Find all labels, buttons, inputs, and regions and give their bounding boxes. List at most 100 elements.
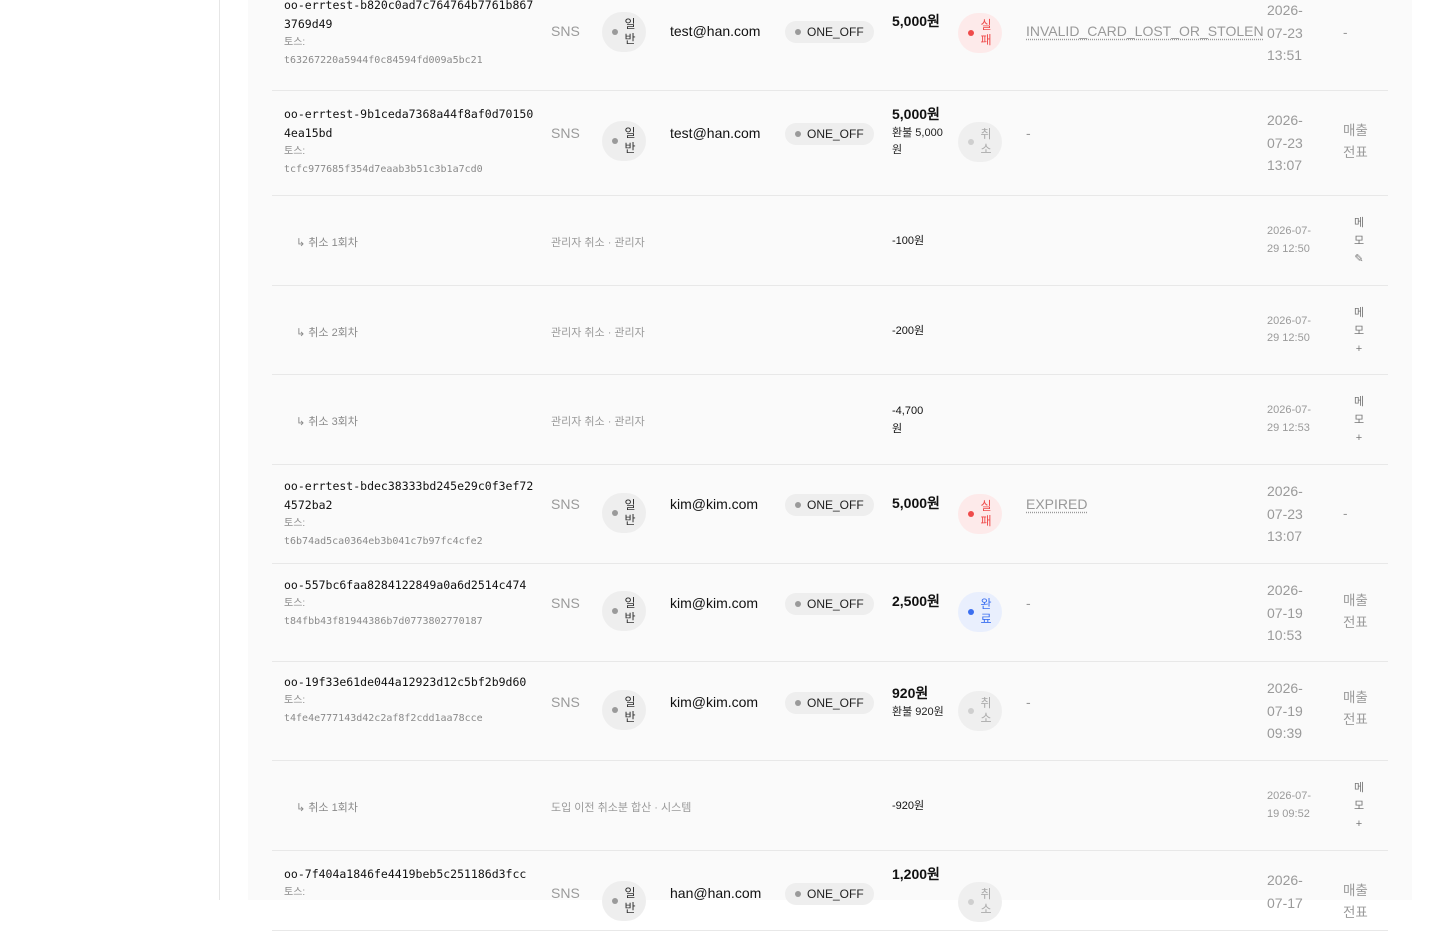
cancel-date: 2026-07-29 12:53 bbox=[1267, 404, 1312, 434]
customer-email[interactable]: kim@kim.com bbox=[670, 496, 758, 512]
cancel-amount: -920원 bbox=[892, 800, 925, 812]
order-cell: oo-19f33e61de044a12923d12c5bf2b9d60 토스: t4… bbox=[284, 673, 536, 728]
order-id[interactable]: oo-errtest-bdec38333bd245e29c0f3ef724572… bbox=[284, 477, 536, 515]
action-none: - bbox=[1343, 25, 1348, 40]
receipt-link[interactable]: 매출전표 bbox=[1343, 687, 1371, 731]
mode-dot-icon bbox=[795, 891, 801, 897]
toss-label: 토스: bbox=[284, 598, 306, 609]
type-label: 일반 bbox=[624, 886, 636, 915]
type-label: 일반 bbox=[624, 596, 636, 625]
type-badge: 일반 bbox=[602, 591, 646, 631]
status-dot-icon bbox=[968, 139, 974, 145]
status-label: 완료 bbox=[980, 597, 992, 626]
order-id[interactable]: oo-557bc6faa8284122849a0a6d2514c474 bbox=[284, 576, 536, 595]
status-dot-icon bbox=[968, 708, 974, 714]
memo-button[interactable]: 메모+ bbox=[1352, 393, 1366, 447]
payment-mode-label: ONE_OFF bbox=[807, 127, 864, 141]
payment-row: oo-errtest-bdec38333bd245e29c0f3ef724572… bbox=[272, 465, 1388, 564]
toss-label: 토스: bbox=[284, 695, 306, 706]
mode-dot-icon bbox=[795, 700, 801, 706]
payment-amount: 5,000원 bbox=[892, 495, 940, 511]
toss-label: 토스: bbox=[284, 518, 306, 529]
status-badge: 완료 bbox=[958, 592, 1002, 632]
type-badge: 일반 bbox=[602, 493, 646, 533]
toss-payment-id: t84fbb43f81944386b7d0773802770187 bbox=[284, 616, 483, 627]
customer-email[interactable]: han@han.com bbox=[670, 885, 761, 901]
cancel-history-row: ↳ 취소 3회차 관리자 취소 · 관리자 -4,700원 2026-07-29 12… bbox=[272, 375, 1388, 465]
payment-date: 2026-07-23 13:07 bbox=[1267, 112, 1303, 173]
failure-reason[interactable]: INVALID_CARD_LOST_OR_STOLEN bbox=[1026, 23, 1264, 39]
cancel-amount: -4,700원 bbox=[892, 405, 924, 435]
amount-cell: 5,000원 bbox=[892, 10, 948, 32]
toss-payment-id: t63267220a5944f0c84594fd009a5bc21 bbox=[284, 55, 483, 66]
payment-amount: 2,500원 bbox=[892, 593, 940, 609]
cancel-round-label: ↳ 취소 1회차 bbox=[296, 802, 358, 814]
order-id[interactable]: oo-errtest-b820c0ad7c764764b7761b8673769… bbox=[284, 0, 536, 34]
payment-date: 2026-07-23 13:07 bbox=[1267, 483, 1303, 544]
memo-button[interactable]: 메모+ bbox=[1352, 779, 1366, 833]
payment-mode-label: ONE_OFF bbox=[807, 25, 864, 39]
failure-reason[interactable]: EXPIRED bbox=[1026, 496, 1087, 512]
failure-reason: - bbox=[1026, 595, 1031, 611]
type-badge: 일반 bbox=[602, 12, 646, 52]
payment-date: 2026-07-19 10:53 bbox=[1267, 582, 1303, 643]
payment-row: oo-557bc6faa8284122849a0a6d2514c474 토스: t8… bbox=[272, 564, 1388, 662]
payment-mode-label: ONE_OFF bbox=[807, 498, 864, 512]
type-dot-icon bbox=[612, 29, 618, 35]
channel-text: SNS bbox=[551, 694, 580, 710]
channel-text: SNS bbox=[551, 595, 580, 611]
cancel-amount: -200원 bbox=[892, 324, 925, 337]
mode-dot-icon bbox=[795, 502, 801, 508]
order-cell: oo-errtest-bdec38333bd245e29c0f3ef724572… bbox=[284, 477, 536, 551]
payment-mode-label: ONE_OFF bbox=[807, 887, 864, 901]
payment-date: 2026-07-17 bbox=[1267, 872, 1303, 911]
receipt-link[interactable]: 매출전표 bbox=[1343, 120, 1371, 164]
payment-date: 2026-07-19 09:39 bbox=[1267, 680, 1303, 741]
amount-cell: 920원 환불 920원 bbox=[892, 682, 948, 721]
order-id[interactable]: oo-19f33e61de044a12923d12c5bf2b9d60 bbox=[284, 673, 536, 692]
payment-amount: 920원 bbox=[892, 685, 929, 701]
receipt-link[interactable]: 매출전표 bbox=[1343, 880, 1371, 924]
memo-button[interactable]: 메모+ bbox=[1352, 304, 1366, 358]
channel-text: SNS bbox=[551, 125, 580, 141]
payment-row: oo-errtest-9b1ceda7368a44f8af0d701504ea1… bbox=[272, 91, 1388, 196]
customer-email[interactable]: kim@kim.com bbox=[670, 694, 758, 710]
payment-mode-label: ONE_OFF bbox=[807, 696, 864, 710]
payment-amount: 5,000원 bbox=[892, 13, 940, 29]
order-id[interactable]: oo-7f404a1846fe4419beb5c251186d3fcc bbox=[284, 865, 536, 884]
type-label: 일반 bbox=[624, 126, 636, 155]
customer-email[interactable]: test@han.com bbox=[670, 23, 760, 39]
status-dot-icon bbox=[968, 30, 974, 36]
amount-cell: 5,000원환불 5,000원 bbox=[892, 103, 948, 159]
payment-row: oo-19f33e61de044a12923d12c5bf2b9d60 토스: t4… bbox=[272, 662, 1388, 761]
status-badge: 실패 bbox=[958, 494, 1002, 534]
failure-reason: - bbox=[1026, 694, 1031, 710]
mode-dot-icon bbox=[795, 601, 801, 607]
status-badge: 취소 bbox=[958, 122, 1002, 162]
sidebar bbox=[0, 0, 220, 900]
cancel-date: 2026-07-29 12:50 bbox=[1267, 225, 1312, 255]
status-badge: 취소 bbox=[958, 882, 1002, 922]
payment-mode-badge: ONE_OFF bbox=[785, 883, 874, 905]
order-id[interactable]: oo-errtest-9b1ceda7368a44f8af0d701504ea1… bbox=[284, 105, 536, 143]
refund-amount: 환불 5,000원 bbox=[892, 127, 943, 156]
payment-mode-badge: ONE_OFF bbox=[785, 494, 874, 516]
toss-payment-id: tcfc977685f354d7eaab3b51c3b1a7cd0 bbox=[284, 164, 483, 175]
amount-cell: 5,000원 bbox=[892, 492, 948, 514]
status-label: 취소 bbox=[980, 696, 992, 725]
mode-dot-icon bbox=[795, 131, 801, 137]
payment-date: 2026-07-23 13:51 bbox=[1267, 2, 1303, 63]
order-cell: oo-errtest-9b1ceda7368a44f8af0d701504ea1… bbox=[284, 105, 536, 179]
customer-email[interactable]: test@han.com bbox=[670, 125, 760, 141]
mode-dot-icon bbox=[795, 29, 801, 35]
memo-button[interactable]: 메모✎ bbox=[1352, 214, 1366, 268]
order-cell: oo-557bc6faa8284122849a0a6d2514c474 토스: t8… bbox=[284, 576, 536, 631]
receipt-link[interactable]: 매출전표 bbox=[1343, 590, 1371, 634]
payment-amount: 5,000원 bbox=[892, 106, 940, 122]
customer-email[interactable]: kim@kim.com bbox=[670, 595, 758, 611]
payment-row: oo-errtest-b820c0ad7c764764b7761b8673769… bbox=[272, 0, 1388, 91]
cancel-date: 2026-07-29 12:50 bbox=[1267, 314, 1312, 345]
status-badge: 취소 bbox=[958, 691, 1002, 731]
type-label: 일반 bbox=[624, 695, 636, 724]
cancel-actor: 도입 이전 취소분 합산 · 시스템 bbox=[551, 802, 692, 814]
